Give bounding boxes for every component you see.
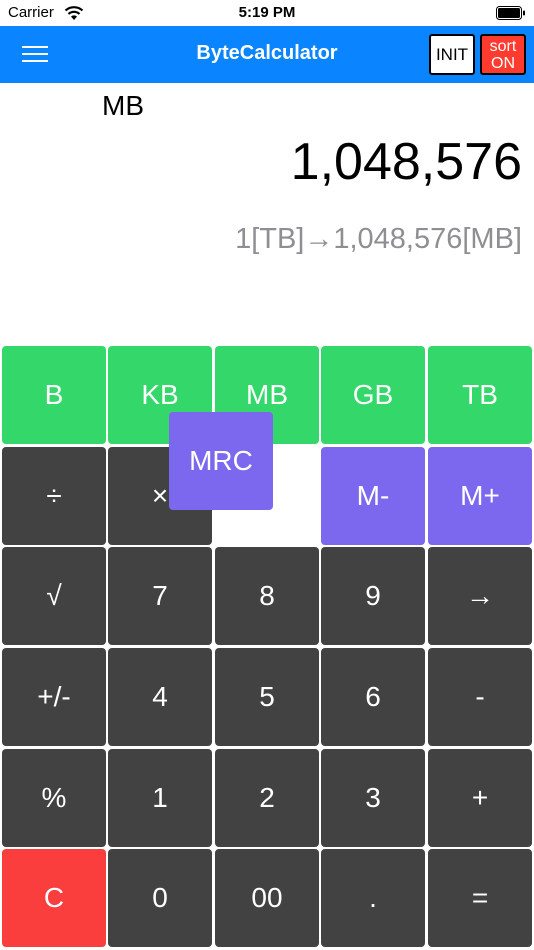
sign-toggle-key[interactable]: +/- [2, 648, 106, 746]
memory-minus-key[interactable]: M- [321, 447, 425, 545]
sort-toggle-button[interactable]: sort ON [480, 34, 526, 75]
menu-button[interactable] [20, 40, 50, 68]
digit-0-key[interactable]: 0 [108, 849, 212, 947]
sort-label: sort [489, 38, 517, 55]
add-key[interactable]: + [428, 749, 532, 847]
memory-plus-key[interactable]: M+ [428, 447, 532, 545]
hamburger-icon-line [22, 60, 48, 62]
unit-key-gb[interactable]: GB [321, 346, 425, 444]
navigation-bar: ByteCalculator INIT sort ON [0, 26, 534, 83]
current-unit-label: MB [102, 90, 144, 121]
display-value: 1,048,576 [290, 133, 522, 191]
digit-2-key[interactable]: 2 [215, 749, 319, 847]
sqrt-key[interactable]: √ [2, 547, 106, 645]
unit-key-b[interactable]: B [2, 346, 106, 444]
subtract-key[interactable]: - [428, 648, 532, 746]
status-bar: Carrier 5:19 PM [0, 0, 534, 26]
digit-3-key[interactable]: 3 [321, 749, 425, 847]
conversion-result: 1[TB]→1,048,576[MB] [235, 223, 522, 255]
hamburger-icon-line [22, 53, 48, 55]
digit-5-key[interactable]: 5 [215, 648, 319, 746]
digit-4-key[interactable]: 4 [108, 648, 212, 746]
equals-key[interactable]: = [428, 849, 532, 947]
decimal-point-key[interactable]: . [321, 849, 425, 947]
memory-recall-button[interactable]: MRC [169, 412, 273, 510]
hamburger-icon [22, 46, 48, 48]
digit-9-key[interactable]: 9 [321, 547, 425, 645]
init-button[interactable]: INIT [429, 34, 475, 75]
percent-key[interactable]: % [2, 749, 106, 847]
clock-time: 5:19 PM [238, 4, 296, 21]
digit-7-key[interactable]: 7 [108, 547, 212, 645]
battery-icon [496, 6, 525, 20]
divide-key[interactable]: ÷ [2, 447, 106, 545]
double-zero-key[interactable]: 00 [215, 849, 319, 947]
clear-key[interactable]: C [2, 849, 106, 947]
unit-key-tb[interactable]: TB [428, 346, 532, 444]
convert-arrow-key[interactable]: → [428, 547, 532, 645]
digit-1-key[interactable]: 1 [108, 749, 212, 847]
digit-8-key[interactable]: 8 [215, 547, 319, 645]
sort-state-label: ON [491, 55, 515, 72]
digit-6-key[interactable]: 6 [321, 648, 425, 746]
